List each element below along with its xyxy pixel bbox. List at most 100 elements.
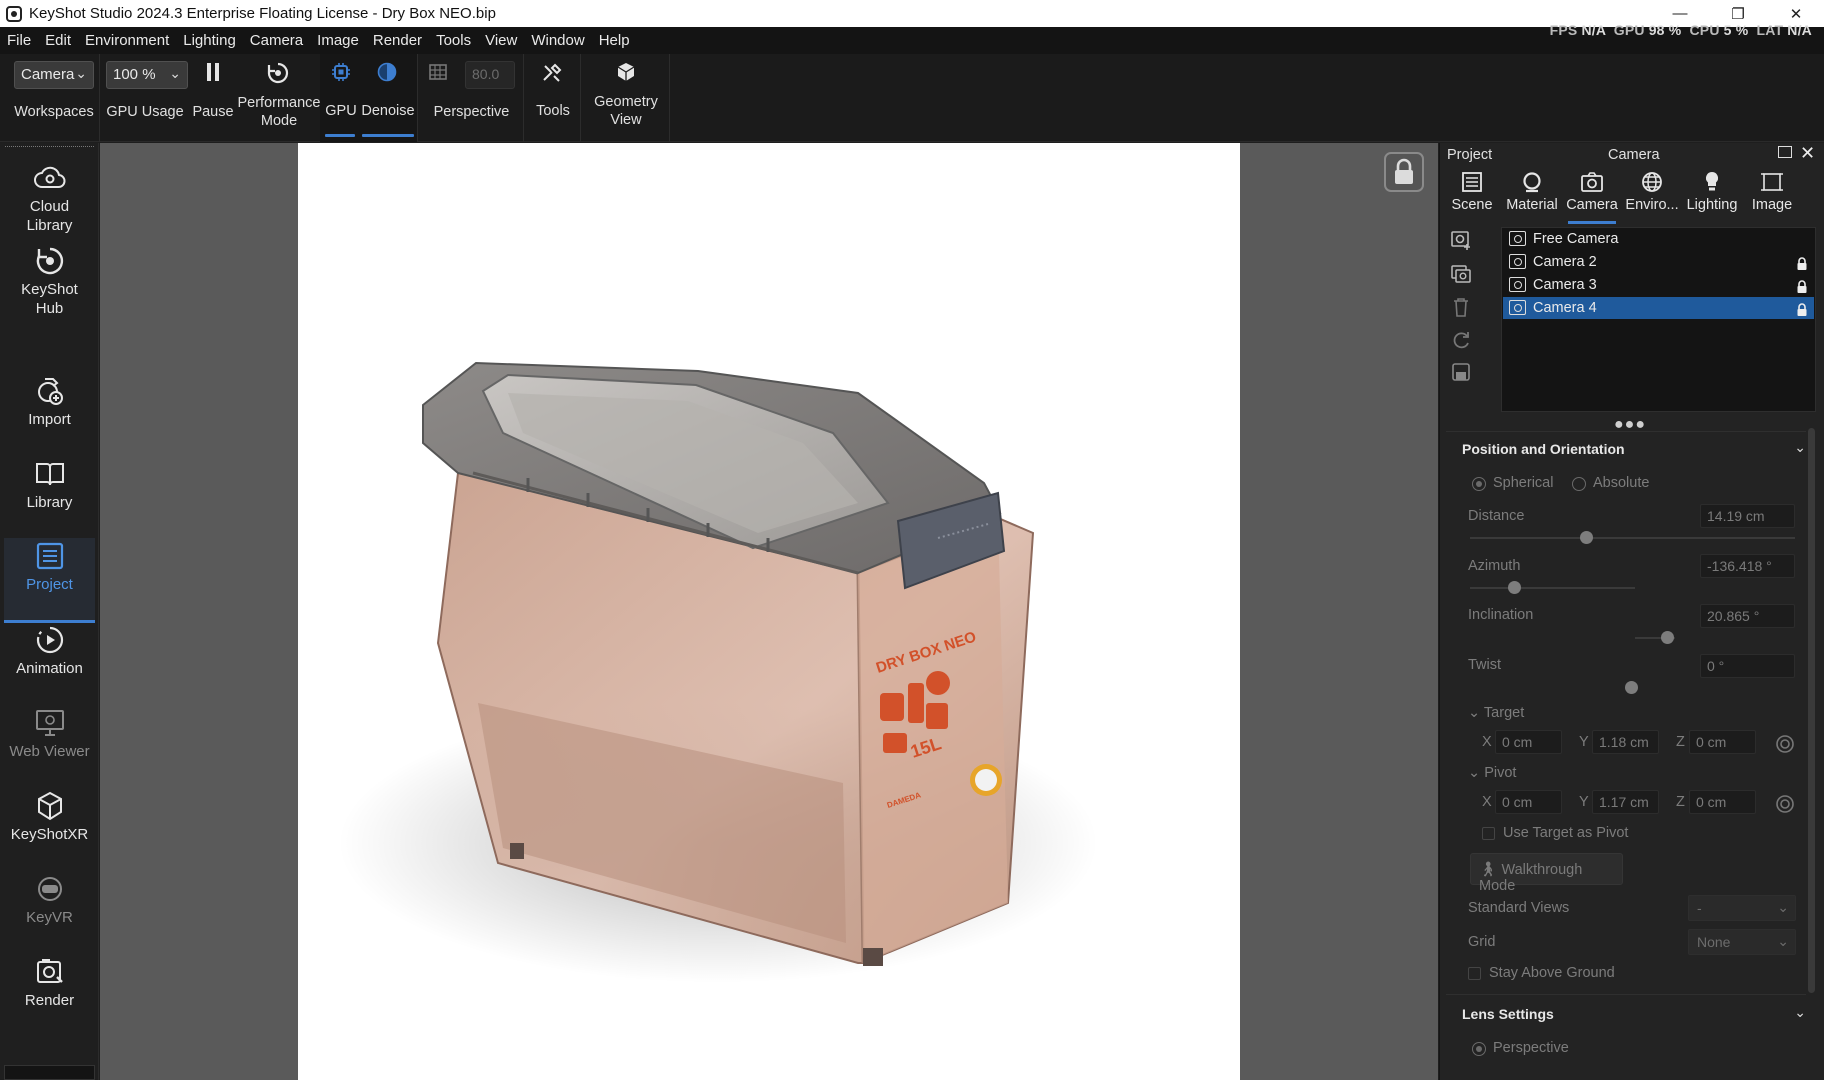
- target-y-field[interactable]: 1.18 cm: [1592, 730, 1659, 754]
- inclination-slider-handle[interactable]: [1661, 631, 1674, 644]
- inclination-field[interactable]: 20.865 °: [1700, 604, 1795, 628]
- workspace-select[interactable]: Camera ⌄: [14, 61, 94, 89]
- render-controls-group: 100 % ⌄ GPU Usage Pause Performance Mode: [101, 54, 325, 142]
- standard-views-select[interactable]: - ⌄: [1688, 895, 1796, 921]
- target-label[interactable]: ⌄ Target: [1468, 705, 1524, 721]
- walkthrough-mode-button[interactable]: 🚶︎ Walkthrough Mode: [1470, 853, 1623, 894]
- gpu-usage-select[interactable]: 100 % ⌄: [106, 61, 188, 89]
- chevron-down-icon[interactable]: ⌄: [1794, 1004, 1806, 1021]
- tab-scene[interactable]: Scene: [1442, 165, 1502, 213]
- sidebar-item-web-viewer[interactable]: Web Viewer: [0, 708, 99, 761]
- menu-file[interactable]: File: [0, 32, 38, 49]
- azimuth-slider-handle[interactable]: [1508, 581, 1521, 594]
- sidebar-item-cloud-library[interactable]: Cloud Library: [0, 163, 99, 235]
- absolute-radio[interactable]: [1572, 477, 1586, 491]
- geometry-view-label[interactable]: Geometry View: [582, 93, 670, 129]
- pivot-y-field[interactable]: 1.17 cm: [1592, 790, 1659, 814]
- lock-icon[interactable]: [1796, 278, 1808, 293]
- gpu-label[interactable]: GPU: [321, 102, 361, 120]
- fov-input[interactable]: 80.0: [465, 61, 515, 89]
- geometry-view-icon[interactable]: [615, 62, 637, 88]
- pivot-x-field[interactable]: 0 cm: [1495, 790, 1562, 814]
- sidebar-item-import[interactable]: Import: [0, 376, 99, 429]
- camera-list-item[interactable]: Camera 2: [1503, 251, 1814, 273]
- pivot-label[interactable]: ⌄ Pivot: [1468, 765, 1516, 781]
- spherical-radio[interactable]: [1472, 477, 1486, 491]
- use-target-pivot-checkbox[interactable]: [1482, 827, 1495, 840]
- tab-lighting[interactable]: Lighting: [1682, 165, 1742, 213]
- menu-render[interactable]: Render: [366, 32, 429, 49]
- distance-field[interactable]: 14.19 cm: [1700, 504, 1795, 528]
- duplicate-camera-icon[interactable]: [1450, 263, 1472, 285]
- sidebar-item-keyvr[interactable]: KeyVR: [0, 874, 99, 927]
- render-viewport[interactable]: DRY BOX NEO 15L DAMEDA: [298, 143, 1240, 1080]
- azimuth-slider[interactable]: [1470, 587, 1635, 589]
- target-z-field[interactable]: 0 cm: [1689, 730, 1756, 754]
- camera-lock-button[interactable]: [1384, 152, 1424, 192]
- menu-view[interactable]: View: [478, 32, 524, 49]
- position-orientation-header[interactable]: Position and Orientation: [1462, 441, 1625, 457]
- menu-camera[interactable]: Camera: [243, 32, 310, 49]
- close-panel-icon[interactable]: ✕: [1800, 143, 1815, 164]
- performance-mode-label[interactable]: Performance Mode: [236, 94, 322, 130]
- lock-icon[interactable]: [1796, 301, 1808, 316]
- target-picker-icon[interactable]: [1775, 734, 1795, 759]
- stay-above-ground-checkbox[interactable]: [1468, 967, 1481, 980]
- pivot-picker-icon[interactable]: [1775, 794, 1795, 819]
- distance-slider-handle[interactable]: [1580, 531, 1593, 544]
- pivot-z-field[interactable]: 0 cm: [1689, 790, 1756, 814]
- tools-icon[interactable]: [540, 62, 564, 90]
- tab-camera[interactable]: Camera: [1562, 165, 1622, 224]
- menu-lighting[interactable]: Lighting: [176, 32, 243, 49]
- twist-slider-handle[interactable]: [1625, 681, 1638, 694]
- performance-mode-icon[interactable]: [266, 62, 290, 90]
- sidebar-grip[interactable]: [5, 146, 94, 147]
- menu-edit[interactable]: Edit: [38, 32, 78, 49]
- sidebar-active-indicator: [4, 620, 95, 623]
- sidebar-item-animation[interactable]: Animation: [0, 625, 99, 678]
- menu-image[interactable]: Image: [310, 32, 366, 49]
- delete-camera-icon[interactable]: [1450, 296, 1472, 318]
- camera-list-item[interactable]: Camera 3: [1503, 274, 1814, 296]
- twist-field[interactable]: 0 °: [1700, 654, 1795, 678]
- cloud-library-label-2: Library: [26, 217, 73, 234]
- chevron-down-icon[interactable]: ⌄: [1794, 439, 1806, 456]
- menu-tools[interactable]: Tools: [429, 32, 478, 49]
- camera-list-item-selected[interactable]: Camera 4: [1503, 297, 1814, 319]
- menu-environment[interactable]: Environment: [78, 32, 176, 49]
- tools-label[interactable]: Tools: [525, 102, 581, 120]
- sidebar-item-project[interactable]: Project: [0, 541, 99, 594]
- sidebar-item-library[interactable]: Library: [0, 459, 99, 512]
- lens-perspective-radio[interactable]: [1472, 1042, 1486, 1056]
- lens-settings-header[interactable]: Lens Settings: [1462, 1006, 1554, 1022]
- pause-label[interactable]: Pause: [190, 103, 236, 121]
- menu-help[interactable]: Help: [592, 32, 637, 49]
- sidebar-item-keyshot-hub[interactable]: KeyShot Hub: [0, 246, 99, 318]
- lock-icon[interactable]: [1796, 255, 1808, 270]
- camera-list-item[interactable]: Free Camera: [1503, 228, 1814, 250]
- pause-icon[interactable]: [203, 62, 223, 88]
- azimuth-field[interactable]: -136.418 °: [1700, 554, 1795, 578]
- tab-image[interactable]: Image: [1742, 165, 1802, 213]
- reset-camera-icon[interactable]: [1450, 329, 1472, 351]
- tab-environment[interactable]: Enviro...: [1622, 165, 1682, 213]
- menu-window[interactable]: Window: [524, 32, 591, 49]
- sidebar-item-keyshotxr[interactable]: KeyShotXR: [0, 791, 99, 844]
- standard-views-value: -: [1697, 900, 1702, 916]
- perspective-label[interactable]: Perspective: [419, 103, 524, 121]
- denoise-label[interactable]: Denoise: [360, 102, 416, 120]
- geometry-label-line1: Geometry: [594, 94, 658, 110]
- tab-material[interactable]: Material: [1502, 165, 1562, 213]
- distance-slider[interactable]: [1470, 537, 1795, 539]
- inclination-label: Inclination: [1468, 607, 1534, 623]
- sidebar-item-render[interactable]: Render: [0, 957, 99, 1010]
- undock-icon[interactable]: [1778, 146, 1792, 158]
- panel-scrollbar[interactable]: [1808, 428, 1815, 993]
- denoise-icon[interactable]: [376, 62, 398, 88]
- target-x-field[interactable]: 0 cm: [1495, 730, 1562, 754]
- grid-select[interactable]: None ⌄: [1688, 929, 1796, 955]
- save-camera-icon[interactable]: [1450, 361, 1472, 383]
- gpu-chip-icon[interactable]: [330, 62, 352, 88]
- add-camera-icon[interactable]: [1450, 229, 1472, 251]
- lat-value: N/A: [1787, 22, 1812, 38]
